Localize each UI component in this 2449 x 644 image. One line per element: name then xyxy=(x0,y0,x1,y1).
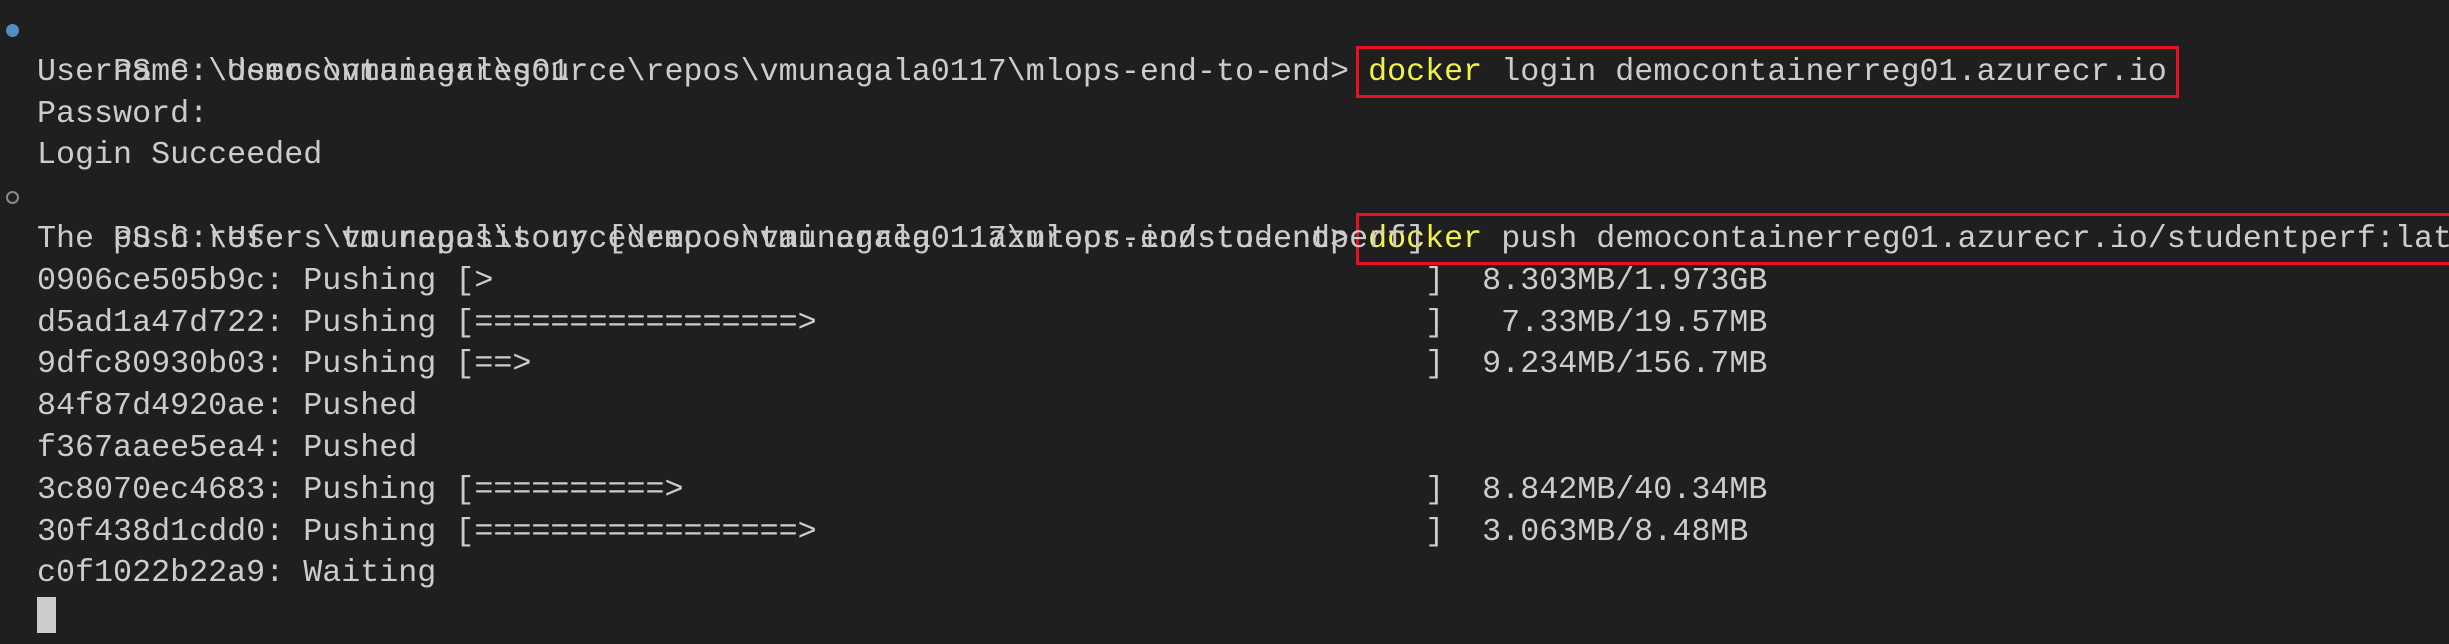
layer-status: Pushing xyxy=(303,513,437,550)
progress-bar: ==> xyxy=(474,346,532,383)
layer-progress: 9.234MB/156.7MB xyxy=(1482,346,1768,383)
layer-id: c0f1022b22a9 xyxy=(37,555,266,592)
layer-progress: 7.33MB/19.57MB xyxy=(1482,304,1768,341)
layer-status: Waiting xyxy=(303,555,437,592)
layer-id: 0906ce505b9c xyxy=(37,262,266,299)
output-line: The push refers to repository [democonta… xyxy=(37,220,1426,257)
layer-status: Pushing xyxy=(303,304,437,341)
push-command-line: PS C:\Users\vmunagal\source\repos\vmunag… xyxy=(6,177,2449,265)
layer-id: 30f438d1cdd0 xyxy=(37,513,266,550)
command-status-dot-icon[interactable] xyxy=(6,191,19,205)
layer-id: 84f87d4920ae xyxy=(37,388,266,425)
layer-line: 30f438d1cdd0: Pushing [=================… xyxy=(37,512,2449,554)
layer-status: Pushed xyxy=(303,388,418,425)
layer-progress: 3.063MB/8.48MB xyxy=(1482,513,1749,550)
terminal[interactable]: PS C:\Users\vmunagal\source\repos\vmunag… xyxy=(6,10,2449,637)
layer-status: Pushing xyxy=(303,471,437,508)
layer-line: f367aaee5ea4: Pushed xyxy=(37,429,418,466)
cursor-line xyxy=(37,595,2449,637)
progress-bar: > xyxy=(474,262,494,299)
command-status-dot-icon[interactable] xyxy=(6,24,19,37)
terminal-cursor xyxy=(37,596,56,633)
layer-id: 9dfc80930b03 xyxy=(37,346,266,383)
output-line: Login Succeeded xyxy=(37,137,323,174)
layer-id: d5ad1a47d722 xyxy=(37,304,266,341)
output-line: Password: xyxy=(37,95,209,132)
layer-line: 84f87d4920ae: Pushed xyxy=(37,388,418,425)
login-command-line: PS C:\Users\vmunagal\source\repos\vmunag… xyxy=(6,10,2449,98)
progress-bar: =================> xyxy=(474,304,817,341)
layer-status: Pushing xyxy=(303,262,437,299)
layer-line: 9dfc80930b03: Pushing [==>] 9.234MB/156.… xyxy=(37,344,2449,386)
layer-line: 3c8070ec4683: Pushing [==========>] 8.84… xyxy=(37,470,2449,512)
layer-progress: 8.303MB/1.973GB xyxy=(1482,262,1768,299)
layer-progress: 8.842MB/40.34MB xyxy=(1482,471,1768,508)
output-line: Username: democontainerreg01 xyxy=(37,53,570,90)
layer-status: Pushing xyxy=(303,346,437,383)
layer-status: Pushed xyxy=(303,429,418,466)
layer-line: 0906ce505b9c: Pushing [>] 8.303MB/1.973G… xyxy=(37,261,2449,303)
progress-bar: ==========> xyxy=(474,471,684,508)
layer-line: d5ad1a47d722: Pushing [=================… xyxy=(37,303,2449,345)
layer-line: c0f1022b22a9: Waiting xyxy=(37,555,437,592)
progress-bar: =================> xyxy=(474,513,817,550)
layer-id: f367aaee5ea4 xyxy=(37,429,266,466)
layer-id: 3c8070ec4683 xyxy=(37,471,266,508)
